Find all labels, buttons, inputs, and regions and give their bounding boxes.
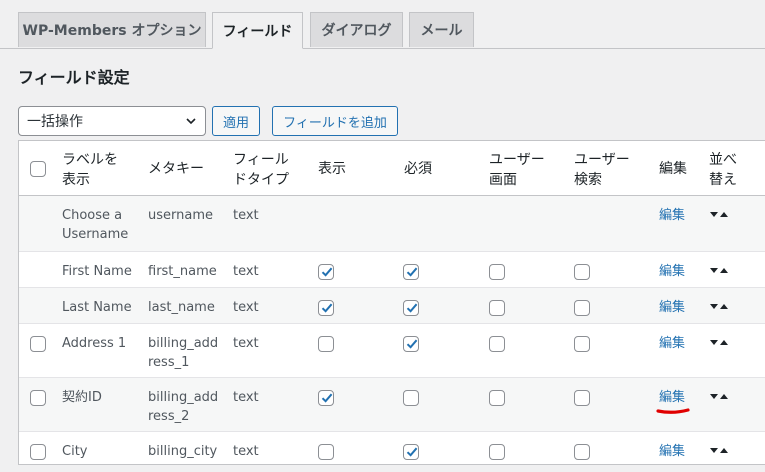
- sort-handle-icon[interactable]: [710, 266, 728, 276]
- field-label: City: [62, 444, 88, 459]
- bulk-action-selected: 一括操作: [27, 114, 83, 130]
- user-search-checkbox[interactable]: [574, 390, 590, 406]
- page-title: フィールド設定: [18, 68, 130, 87]
- field-meta-key: first_name: [148, 264, 217, 279]
- field-meta-key: billing_city: [148, 444, 218, 459]
- add-field-label: フィールドを追加: [283, 115, 387, 131]
- field-label: Last Name: [62, 300, 132, 315]
- display-checkbox[interactable]: [318, 264, 334, 280]
- edit-link[interactable]: 編集: [659, 262, 685, 281]
- field-type: text: [233, 264, 259, 279]
- tab-label: ダイアログ: [321, 23, 392, 39]
- field-meta-key: billing_add ress_2: [148, 390, 219, 424]
- edit-link[interactable]: 編集: [659, 442, 685, 461]
- header-label: ラベルを 表示: [62, 152, 118, 188]
- table-header: ラベルを 表示 メタキー フィール ドタイプ 表示 必須 ユーザー 画面 ユーザー 検索…: [19, 141, 765, 196]
- red-underline-annotation: [656, 408, 690, 414]
- sort-handle-icon[interactable]: [710, 302, 728, 312]
- fields-table: ラベルを 表示 メタキー フィール ドタイプ 表示 必須 ユーザー 画面 ユーザー 検索…: [18, 140, 765, 465]
- header-user-search: ユーザー 検索: [574, 152, 630, 188]
- chevron-down-icon: [186, 118, 196, 125]
- required-checkbox[interactable]: [403, 444, 419, 460]
- required-checkbox[interactable]: [403, 390, 419, 406]
- table-row: First Name first_name text 編集: [19, 251, 765, 288]
- field-type: text: [233, 208, 259, 223]
- edit-link[interactable]: 編集: [659, 206, 685, 225]
- field-meta-key: last_name: [148, 300, 215, 315]
- table-row: Last Name last_name text 編集: [19, 287, 765, 324]
- checkmark-icon: [406, 267, 418, 277]
- header-display: 表示: [318, 161, 346, 177]
- row-select-checkbox[interactable]: [30, 336, 46, 352]
- display-checkbox[interactable]: [318, 300, 334, 316]
- header-edit: 編集: [659, 161, 687, 177]
- nav-tab-wrapper: WP-Members オプション フィールド ダイアログ メール: [0, 0, 765, 49]
- checkmark-icon: [321, 393, 333, 403]
- user-screen-checkbox[interactable]: [489, 444, 505, 460]
- bulk-action-select[interactable]: 一括操作: [18, 106, 206, 136]
- select-all-checkbox[interactable]: [30, 161, 46, 177]
- tab-email[interactable]: メール: [409, 12, 474, 47]
- checkmark-icon: [406, 303, 418, 313]
- sort-handle-icon[interactable]: [710, 392, 728, 402]
- table-row: City billing_city text 編集: [19, 431, 765, 472]
- checkmark-icon: [406, 447, 418, 457]
- header-user-screen: ユーザー 画面: [489, 152, 545, 188]
- edit-link[interactable]: 編集: [659, 388, 685, 407]
- display-checkbox[interactable]: [318, 336, 334, 352]
- table-row: 契約ID billing_add ress_2 text 編集: [19, 377, 765, 432]
- field-type: text: [233, 390, 259, 405]
- sort-handle-icon[interactable]: [710, 446, 728, 456]
- field-label: First Name: [62, 264, 132, 279]
- tab-label: フィールド: [222, 23, 293, 40]
- required-checkbox[interactable]: [403, 336, 419, 352]
- field-meta-key: billing_add ress_1: [148, 336, 219, 370]
- tab-label: WP-Members オプション: [22, 23, 202, 39]
- user-screen-checkbox[interactable]: [489, 390, 505, 406]
- tab-wp-members-options[interactable]: WP-Members オプション: [18, 12, 206, 47]
- row-select-checkbox[interactable]: [30, 390, 46, 406]
- sort-handle-icon[interactable]: [710, 338, 728, 348]
- checkmark-icon: [321, 303, 333, 313]
- add-field-button[interactable]: フィールドを追加: [272, 106, 398, 136]
- display-checkbox[interactable]: [318, 390, 334, 406]
- table-row: Address 1 billing_add ress_1 text 編集: [19, 323, 765, 378]
- user-search-checkbox[interactable]: [574, 444, 590, 460]
- field-meta-key: username: [148, 208, 213, 223]
- user-screen-checkbox[interactable]: [489, 336, 505, 352]
- field-type: text: [233, 444, 259, 459]
- apply-label: 適用: [222, 115, 249, 131]
- header-meta-key: メタキー: [148, 161, 204, 177]
- user-search-checkbox[interactable]: [574, 300, 590, 316]
- header-required: 必須: [404, 161, 432, 177]
- tab-fields[interactable]: フィールド: [212, 12, 303, 49]
- table-row: Choose a Username username text 編集: [19, 196, 765, 251]
- user-search-checkbox[interactable]: [574, 336, 590, 352]
- tab-label: メール: [420, 23, 463, 39]
- field-label: 契約ID: [62, 390, 102, 405]
- user-search-checkbox[interactable]: [574, 264, 590, 280]
- user-screen-checkbox[interactable]: [489, 300, 505, 316]
- field-type: text: [233, 336, 259, 351]
- required-checkbox[interactable]: [403, 300, 419, 316]
- header-sort: 並べ 替え: [709, 152, 737, 188]
- field-type: text: [233, 300, 259, 315]
- apply-button[interactable]: 適用: [212, 106, 260, 136]
- tab-dialogs[interactable]: ダイアログ: [310, 12, 403, 47]
- user-screen-checkbox[interactable]: [489, 264, 505, 280]
- edit-link[interactable]: 編集: [659, 334, 685, 353]
- field-label: Address 1: [62, 336, 127, 351]
- edit-link[interactable]: 編集: [659, 298, 685, 317]
- sort-handle-icon[interactable]: [710, 210, 728, 220]
- display-checkbox[interactable]: [318, 444, 334, 460]
- field-label: Choose a Username: [62, 208, 129, 242]
- row-select-checkbox[interactable]: [30, 444, 46, 460]
- checkmark-icon: [321, 267, 333, 277]
- checkmark-icon: [406, 339, 418, 349]
- required-checkbox[interactable]: [403, 264, 419, 280]
- header-field-type: フィール ドタイプ: [233, 152, 289, 188]
